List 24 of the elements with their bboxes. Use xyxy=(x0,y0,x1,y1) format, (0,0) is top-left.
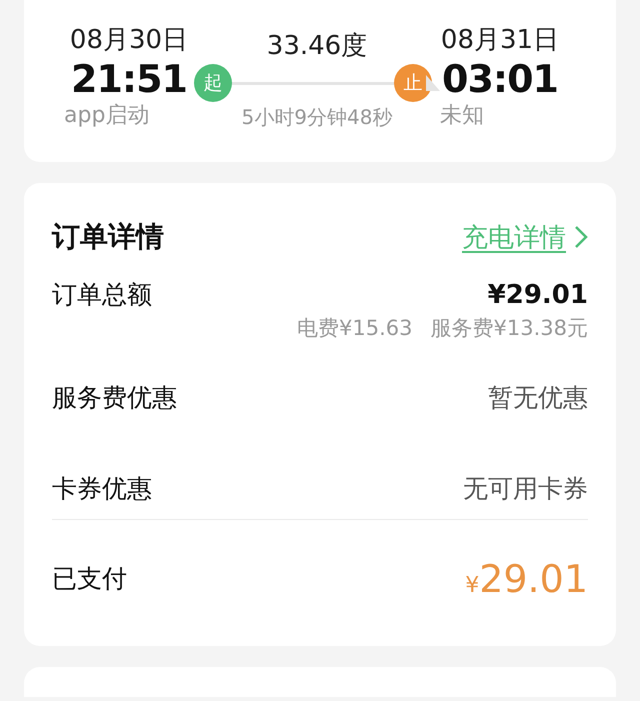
duration-text: 5小时9分钟48秒 xyxy=(242,104,392,130)
end-badge: 止 xyxy=(394,64,432,102)
charging-details-link[interactable]: 充电详情 xyxy=(462,220,588,254)
arrow-icon xyxy=(426,75,440,91)
fee-detail: 服务费¥13.38元 xyxy=(430,315,588,342)
paid-label: 已支付 xyxy=(52,563,127,595)
time-text: 03:01 xyxy=(442,56,558,102)
energy-text: 33.46度 xyxy=(266,30,368,62)
row-label: 服务费优惠 xyxy=(52,382,177,414)
date-text: 08月30日 xyxy=(70,24,188,56)
row-label: 卡券优惠 xyxy=(52,473,152,505)
fee-detail: 电费¥15.63 xyxy=(297,315,413,342)
chevron-right-icon xyxy=(574,225,588,249)
start-badge: 起 xyxy=(194,64,232,102)
row-value: 无可用卡券 xyxy=(463,473,588,505)
row-label: 订单总额 xyxy=(52,279,152,311)
date-text: 08月31日 xyxy=(440,24,560,56)
time-text: 21:51 xyxy=(71,56,187,102)
section-title: 订单详情 xyxy=(52,219,164,255)
source-text: app启动 xyxy=(64,102,150,130)
row-value: 暂无优惠 xyxy=(488,382,588,414)
source-text: 未知 xyxy=(440,102,484,130)
paid-amount: ¥29.01 xyxy=(465,557,588,601)
row-value: ¥29.01 xyxy=(488,279,588,312)
